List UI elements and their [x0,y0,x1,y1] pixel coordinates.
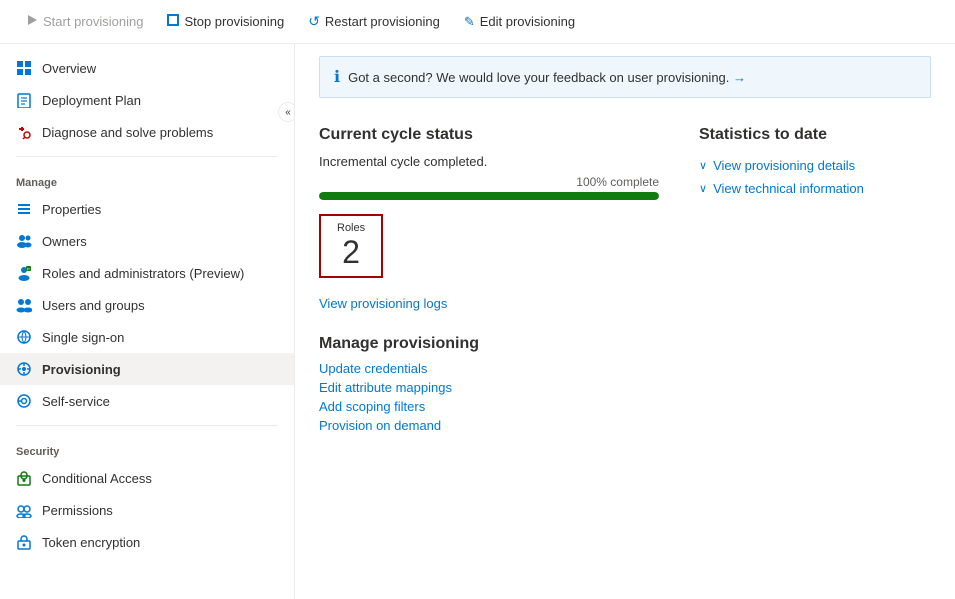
sidebar-section-security: Security [0,434,294,462]
owners-icon [16,233,32,249]
sidebar-item-permissions[interactable]: Permissions [0,494,294,526]
users-groups-icon [16,297,32,313]
sso-icon [16,329,32,345]
sidebar-item-conditional-access[interactable]: Conditional Access [0,462,294,494]
sidebar-item-label: Provisioning [42,362,121,377]
update-credentials-link[interactable]: Update credentials [319,361,659,376]
stats-title: Statistics to date [699,126,931,144]
sidebar-divider-2 [16,425,278,426]
info-banner-link[interactable]: → [733,70,746,85]
provisioning-icon [16,361,32,377]
svg-text:P: P [27,267,30,272]
view-provisioning-logs-link[interactable]: View provisioning logs [319,296,659,311]
sidebar-item-diagnose[interactable]: Diagnose and solve problems [0,116,294,148]
view-provisioning-details-label: View provisioning details [713,158,855,173]
roles-icon: P [16,265,32,281]
overview-icon [16,60,32,76]
sidebar-section-manage: Manage [0,165,294,193]
sidebar-item-overview[interactable]: Overview [0,52,294,84]
sidebar-item-token-encryption[interactable]: Token encryption [0,526,294,558]
top-toolbar: Start provisioning Stop provisioning ↺ R… [0,0,955,44]
edit-attribute-mappings-link[interactable]: Edit attribute mappings [319,380,659,395]
sidebar-item-label: Diagnose and solve problems [42,125,213,140]
two-column-layout: Current cycle status Incremental cycle c… [319,110,931,437]
sidebar-item-label: Deployment Plan [42,93,141,108]
sidebar-item-owners[interactable]: Owners [0,225,294,257]
add-scoping-filters-link[interactable]: Add scoping filters [319,399,659,414]
stop-icon [167,14,179,29]
chevron-down-icon-2: ∨ [699,182,707,195]
view-technical-information-label: View technical information [713,181,864,196]
roles-card[interactable]: Roles 2 [319,214,383,278]
sidebar-item-deployment[interactable]: Deployment Plan [0,84,294,116]
sidebar-item-users-groups[interactable]: Users and groups [0,289,294,321]
sidebar-divider-1 [16,156,278,157]
sidebar-item-label: Properties [42,202,101,217]
edit-icon: ✎ [464,14,475,30]
info-banner-text: Got a second? We would love your feedbac… [348,70,746,85]
sidebar-collapse-button[interactable]: « [278,102,295,122]
view-provisioning-details-item[interactable]: ∨ View provisioning details [699,158,931,173]
manage-provisioning-title: Manage provisioning [319,335,659,353]
sidebar-item-label: Conditional Access [42,471,152,486]
sidebar-item-label: Token encryption [42,535,140,550]
progress-bar-container [319,192,659,200]
sidebar-item-label: Overview [42,61,96,76]
info-banner: ℹ Got a second? We would love your feedb… [319,56,931,98]
left-column: Current cycle status Incremental cycle c… [319,110,659,437]
stop-provisioning-button[interactable]: Stop provisioning [157,9,294,34]
deployment-icon [16,92,32,108]
diagnose-icon [16,124,32,140]
info-icon: ℹ [334,67,340,87]
current-cycle-title: Current cycle status [319,126,659,144]
sidebar-item-label: Self-service [42,394,110,409]
sidebar-item-provisioning[interactable]: Provisioning [0,353,294,385]
progress-label: 100% complete [319,175,659,189]
sidebar-item-label: Roles and administrators (Preview) [42,266,244,281]
right-column: Statistics to date ∨ View provisioning d… [699,110,931,437]
sidebar-item-label: Owners [42,234,87,249]
cycle-status-text: Incremental cycle completed. [319,154,659,169]
self-service-icon [16,393,32,409]
sidebar-item-self-service[interactable]: Self-service [0,385,294,417]
sidebar-item-properties[interactable]: Properties [0,193,294,225]
permissions-icon [16,502,32,518]
restart-provisioning-button[interactable]: ↺ Restart provisioning [298,8,450,35]
chevron-down-icon-1: ∨ [699,159,707,172]
provision-on-demand-link[interactable]: Provision on demand [319,418,659,433]
progress-bar-fill [319,192,659,200]
properties-icon [16,201,32,217]
start-provisioning-button[interactable]: Start provisioning [16,9,153,34]
roles-card-label: Roles [337,222,365,234]
sidebar-item-label: Permissions [42,503,113,518]
sidebar-item-sso[interactable]: Single sign-on [0,321,294,353]
main-content: ℹ Got a second? We would love your feedb… [295,44,955,599]
conditional-access-icon [16,470,32,486]
view-technical-information-item[interactable]: ∨ View technical information [699,181,931,196]
sidebar-item-roles[interactable]: P Roles and administrators (Preview) [0,257,294,289]
token-encryption-icon [16,534,32,550]
edit-provisioning-button[interactable]: ✎ Edit provisioning [454,9,585,35]
restart-icon: ↺ [308,13,320,30]
play-icon [26,14,38,29]
sidebar-item-label: Users and groups [42,298,145,313]
sidebar-item-label: Single sign-on [42,330,124,345]
sidebar: « Overview Deployment Plan Diagnose and … [0,44,295,599]
roles-card-count: 2 [342,236,360,268]
